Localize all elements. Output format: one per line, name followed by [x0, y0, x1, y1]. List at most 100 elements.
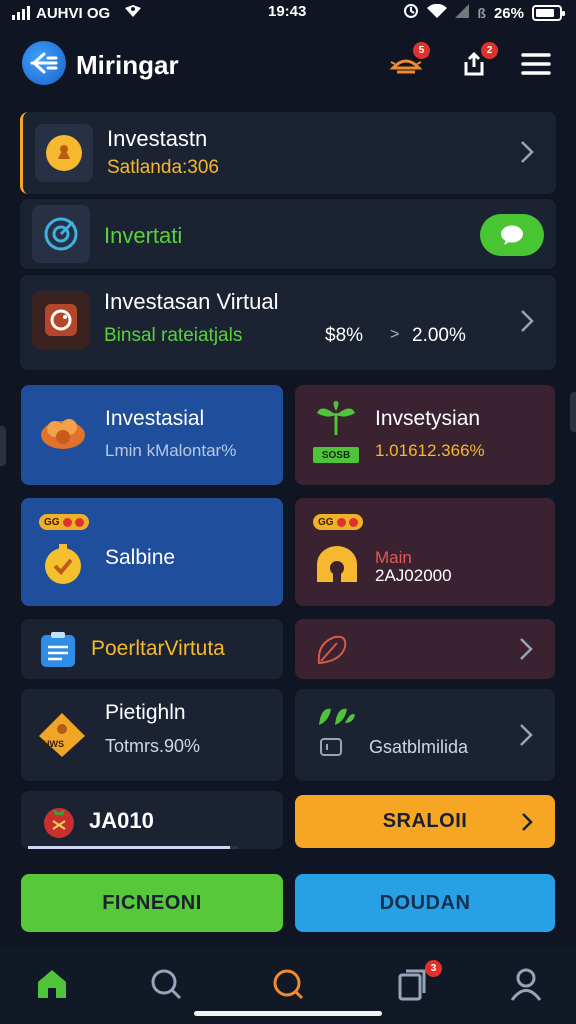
clock: 19:43	[268, 3, 307, 20]
invsetysian-title: Invsetysian	[375, 407, 481, 430]
ticket-icon-label: UWS	[43, 739, 64, 749]
wifi-icon	[427, 3, 448, 23]
salbine-tile[interactable]: GG Salbine	[21, 498, 283, 606]
main-badge-label: GG	[318, 516, 334, 528]
cards-icon	[398, 969, 426, 1001]
notifications-badge: 5	[413, 42, 430, 59]
stopwatch-icon	[41, 542, 85, 591]
investastn-title: Investastn	[107, 126, 208, 151]
nav-search[interactable]	[144, 962, 188, 1006]
carrier-label: AUHVI OG	[36, 4, 111, 22]
nav-cards[interactable]: 3	[390, 960, 442, 1006]
invertati-card: Invertati	[20, 199, 556, 269]
investastn-subtitle: Satlanda:306	[107, 157, 219, 178]
plant-icon-label: SOSB	[313, 447, 359, 463]
status-bar: AUHVI OG 19:43 ß 26%	[0, 0, 576, 26]
sralon-button[interactable]: SRALOII	[295, 795, 555, 848]
invsetysian-tile[interactable]: SOSB Invsetysian 1.01612.366%	[295, 385, 555, 485]
invertati-icon-box	[32, 205, 90, 263]
salbine-title: Salbine	[105, 546, 176, 569]
ja010-title: JA010	[89, 808, 154, 833]
pietighin-subtitle: Totmrs.90%	[105, 736, 201, 756]
virtual-title: Investasan Virtual	[104, 289, 279, 314]
poerltar-title: PoerltarVirtuta	[91, 637, 225, 660]
poerltar-side-tile[interactable]	[295, 619, 555, 679]
virtual-value: 2.00%	[412, 325, 466, 346]
virtual-percent: $8%	[325, 325, 364, 346]
target-icon	[44, 217, 78, 251]
plant-icon	[313, 401, 359, 442]
doudan-button[interactable]: DOUDAN	[295, 874, 555, 932]
dumpling-icon	[39, 409, 87, 458]
virtual-icon-box	[32, 291, 90, 349]
main-badge: GG	[313, 514, 363, 530]
fox-icon	[45, 304, 77, 336]
calendar-icon	[319, 737, 343, 762]
ja010-progress-fill	[28, 846, 230, 849]
share-button[interactable]: 2	[456, 42, 498, 82]
cell-icon	[455, 4, 470, 22]
nav-home[interactable]	[30, 962, 74, 1006]
pietighin-tile[interactable]: UWS Pietighln Totmrs.90%	[21, 689, 283, 781]
app-header: Miringar 5 2	[0, 36, 576, 92]
poerltar-tile[interactable]: PoerltarVirtuta	[21, 619, 283, 679]
location-icon	[124, 4, 142, 22]
chevron-right-icon	[522, 813, 533, 831]
virtual-arrow: >	[390, 326, 400, 343]
invsetysian-subtitle: 1.01612.366%	[375, 441, 485, 460]
nav-profile[interactable]	[504, 962, 548, 1006]
lock-icon	[313, 544, 361, 589]
pietighin-title: Pietighln	[105, 701, 186, 724]
sralon-button-label: SRALOII	[382, 810, 468, 832]
home-icon	[38, 970, 66, 998]
clipboard-icon	[39, 631, 77, 674]
bluetooth-icon: ß	[477, 5, 486, 21]
ja010-tile[interactable]: JA010	[21, 791, 283, 849]
battery-icon	[532, 5, 565, 21]
ficneoni-button[interactable]: FICNEONI	[21, 874, 283, 932]
investasial-title: Investasial	[105, 407, 205, 430]
app-logo-icon	[22, 41, 66, 85]
leaf-icon	[315, 633, 349, 670]
chevron-right-icon	[519, 637, 533, 661]
home-indicator	[194, 1011, 382, 1016]
ficneoni-button-label: FICNEONI	[102, 891, 202, 914]
main-title: Main	[375, 548, 412, 567]
salbine-badge: GG	[39, 514, 89, 530]
cards-badge: 3	[425, 960, 442, 977]
left-edge-handle[interactable]	[0, 426, 6, 466]
chevron-right-icon	[520, 309, 534, 333]
chat-bubble-icon	[501, 225, 523, 245]
virtual-subtitle: Binsal rateiatjals	[104, 325, 243, 346]
menu-button[interactable]	[518, 46, 554, 82]
alarm-icon	[403, 3, 419, 23]
investasial-subtitle: Lmin kMalontar%	[105, 441, 237, 460]
chat-icon	[273, 969, 304, 1000]
share-badge: 2	[481, 42, 498, 59]
invertati-toggle[interactable]	[480, 214, 544, 256]
invertati-title: Invertati	[104, 223, 183, 248]
main-tile[interactable]: GG Main 2AJ02000	[295, 498, 555, 606]
signal-icon	[12, 6, 30, 20]
right-edge-handle[interactable]	[570, 392, 576, 432]
salbine-badge-label: GG	[44, 516, 60, 528]
notifications-button[interactable]: 5	[388, 42, 430, 82]
battery-percent: 26%	[493, 4, 524, 22]
tomato-icon	[41, 803, 77, 844]
profile-icon	[510, 968, 542, 1001]
nav-chat[interactable]	[266, 962, 310, 1006]
hamburger-icon	[521, 53, 551, 75]
chevron-right-icon	[519, 723, 533, 747]
ticket-icon	[37, 711, 87, 764]
investasial-tile[interactable]: Investasial Lmin kMalontar%	[21, 385, 283, 485]
chevron-right-icon	[520, 140, 534, 164]
sprout-icon	[315, 703, 357, 734]
app-title: Miringar	[76, 50, 179, 80]
investastn-card[interactable]: Investastn Satlanda:306	[20, 112, 556, 194]
investastn-icon-box	[35, 124, 93, 182]
gsatbl-title: Gsatblmilida	[369, 737, 469, 757]
doudan-button-label: DOUDAN	[379, 891, 471, 914]
gsatbl-tile[interactable]: Gsatblmilida	[295, 689, 555, 781]
virtual-card[interactable]: Investasan Virtual Binsal rateiatjals $8…	[20, 275, 556, 370]
main-value: 2AJ02000	[375, 566, 452, 585]
